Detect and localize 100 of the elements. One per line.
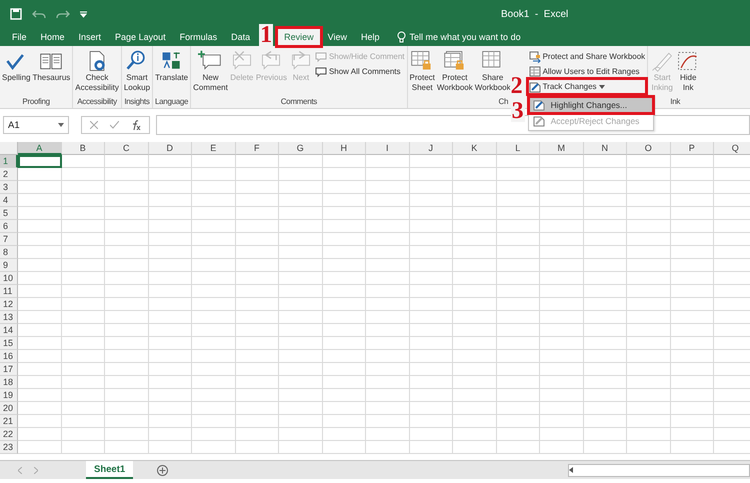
cell[interactable]	[236, 168, 279, 181]
cell[interactable]	[410, 311, 453, 324]
cell[interactable]	[322, 181, 366, 194]
cell[interactable]	[670, 246, 714, 259]
cell[interactable]	[192, 246, 236, 259]
cell[interactable]	[670, 233, 714, 246]
cell[interactable]	[62, 350, 105, 363]
cell[interactable]	[62, 207, 105, 220]
cell[interactable]	[496, 168, 540, 181]
cell[interactable]	[627, 246, 670, 259]
cell[interactable]	[322, 428, 366, 441]
cell[interactable]	[192, 441, 236, 454]
cell[interactable]	[627, 350, 670, 363]
cell[interactable]	[496, 194, 540, 207]
cell[interactable]	[496, 220, 540, 233]
cell[interactable]	[105, 285, 148, 298]
cell[interactable]	[192, 155, 236, 168]
cell[interactable]	[410, 194, 453, 207]
cell[interactable]	[62, 272, 105, 285]
cell[interactable]	[105, 441, 148, 454]
cell[interactable]	[105, 363, 148, 376]
cell[interactable]	[670, 363, 714, 376]
check-icon[interactable]	[110, 121, 119, 129]
cell[interactable]	[279, 324, 322, 337]
cell[interactable]	[584, 194, 627, 207]
cell[interactable]	[584, 428, 627, 441]
cell[interactable]	[496, 246, 540, 259]
cell[interactable]	[62, 220, 105, 233]
row-header[interactable]: 2	[0, 168, 18, 181]
cell[interactable]	[18, 441, 62, 454]
cell[interactable]	[627, 207, 670, 220]
cell[interactable]	[540, 181, 584, 194]
cell[interactable]	[322, 207, 366, 220]
cell[interactable]	[584, 168, 627, 181]
cell[interactable]	[105, 415, 148, 428]
cell[interactable]	[148, 376, 192, 389]
cell[interactable]	[192, 220, 236, 233]
cell[interactable]	[453, 246, 496, 259]
cell[interactable]	[18, 272, 62, 285]
cell[interactable]	[366, 324, 410, 337]
row-header[interactable]: 1	[0, 155, 18, 168]
cell[interactable]	[584, 298, 627, 311]
cell[interactable]	[322, 376, 366, 389]
column-header[interactable]: G	[279, 142, 322, 155]
cell[interactable]	[279, 246, 322, 259]
ribbon-button[interactable]: New Comment	[192, 48, 229, 96]
cell[interactable]	[496, 337, 540, 350]
cell[interactable]	[62, 428, 105, 441]
cell[interactable]	[279, 311, 322, 324]
row-header[interactable]: 3	[0, 181, 18, 194]
cell[interactable]	[540, 324, 584, 337]
cell[interactable]	[148, 337, 192, 350]
cell[interactable]	[279, 233, 322, 246]
cell[interactable]	[627, 194, 670, 207]
cell[interactable]	[148, 272, 192, 285]
cell[interactable]	[627, 402, 670, 415]
cell[interactable]	[192, 402, 236, 415]
cell[interactable]	[236, 428, 279, 441]
column-header[interactable]: J	[410, 142, 453, 155]
sheet-tab[interactable]: Sheet1	[86, 461, 134, 479]
column-header[interactable]: M	[540, 142, 584, 155]
cell[interactable]	[584, 441, 627, 454]
cell[interactable]	[236, 441, 279, 454]
cell[interactable]	[627, 168, 670, 181]
cell[interactable]	[496, 311, 540, 324]
cell[interactable]	[236, 194, 279, 207]
cell[interactable]	[18, 298, 62, 311]
cell[interactable]	[18, 376, 62, 389]
row-header[interactable]: 8	[0, 246, 18, 259]
column-header[interactable]: K	[453, 142, 496, 155]
cell[interactable]	[584, 246, 627, 259]
ribbon-tab[interactable]: File	[5, 28, 34, 46]
cell[interactable]	[148, 402, 192, 415]
cell[interactable]	[148, 389, 192, 402]
cell[interactable]	[322, 298, 366, 311]
cell[interactable]	[148, 415, 192, 428]
cell[interactable]	[670, 428, 714, 441]
cell[interactable]	[62, 246, 105, 259]
cell[interactable]	[105, 298, 148, 311]
cell[interactable]	[322, 337, 366, 350]
cell[interactable]	[279, 363, 322, 376]
cell[interactable]	[584, 181, 627, 194]
cell[interactable]	[105, 233, 148, 246]
cell[interactable]	[496, 285, 540, 298]
cell[interactable]	[18, 168, 62, 181]
cell[interactable]	[496, 272, 540, 285]
cell[interactable]	[148, 285, 192, 298]
cell[interactable]	[62, 363, 105, 376]
new-sheet-button[interactable]	[157, 464, 168, 476]
ribbon-button[interactable]: Check Accessibility	[74, 48, 120, 96]
cell[interactable]	[366, 389, 410, 402]
cell[interactable]	[627, 233, 670, 246]
cell[interactable]	[496, 350, 540, 363]
cell[interactable]	[62, 324, 105, 337]
ribbon-tab[interactable]: Formulas	[172, 28, 224, 46]
column-header[interactable]: C	[105, 142, 148, 155]
cell[interactable]	[148, 363, 192, 376]
cell[interactable]	[453, 181, 496, 194]
cell[interactable]	[148, 168, 192, 181]
cell[interactable]	[453, 194, 496, 207]
